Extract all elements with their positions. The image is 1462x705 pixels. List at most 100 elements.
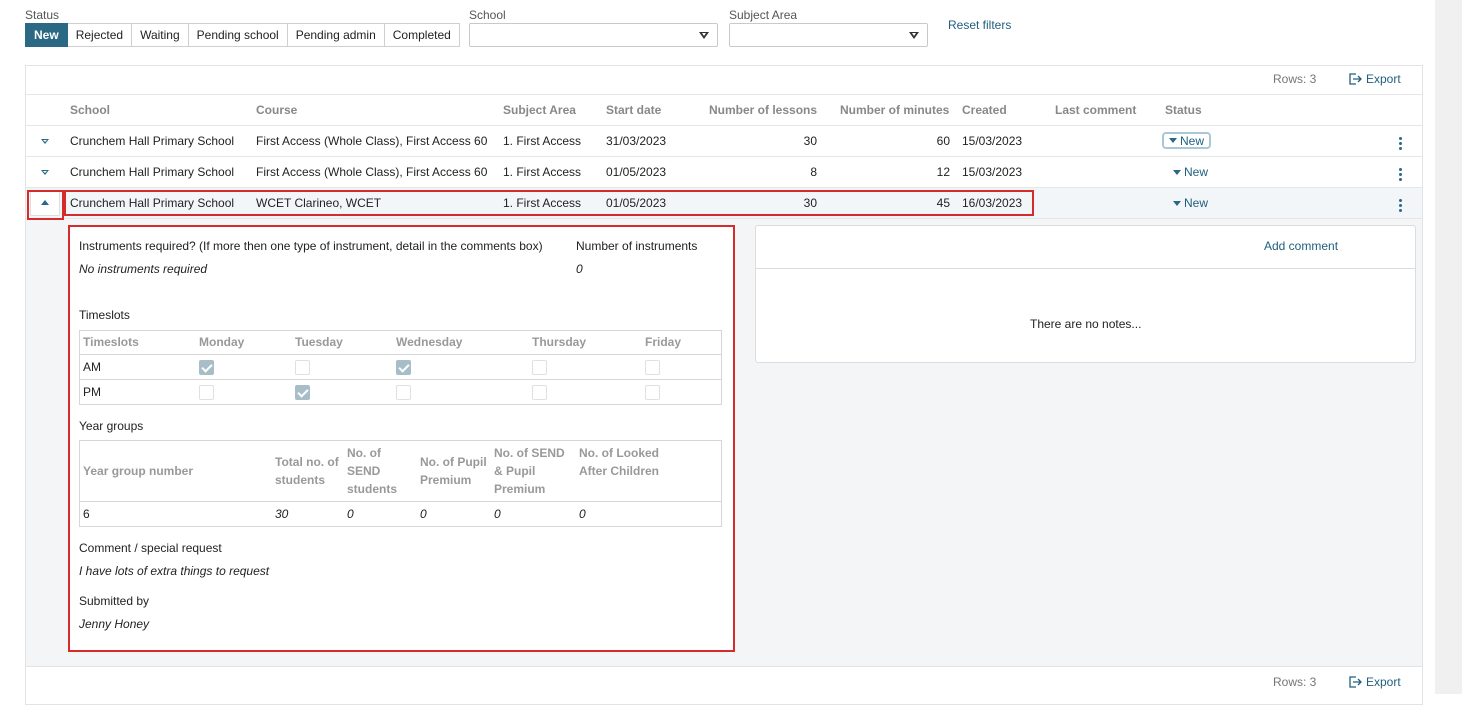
instruments-value: No instruments required [79, 262, 208, 276]
checkbox-pm-friday[interactable] [645, 385, 660, 400]
submitted-by-label: Submitted by [79, 594, 150, 608]
export-label: Export [1366, 675, 1401, 689]
status-option-waiting[interactable]: Waiting [132, 23, 189, 47]
yg-cell-total: 30 [275, 507, 289, 521]
yg-header-total: Total no. of students [275, 455, 339, 487]
col-header-minutes[interactable]: Number of minutes [840, 103, 949, 117]
checkbox-am-monday[interactable] [199, 360, 214, 375]
no-notes-text: There are no notes... [1030, 317, 1142, 331]
chevron-down-icon [699, 32, 709, 39]
checkbox-pm-wednesday[interactable] [396, 385, 411, 400]
cell-start-date: 31/03/2023 [606, 134, 667, 148]
status-label: New [1184, 165, 1209, 179]
yg-header-send: No. of SEND students [347, 446, 398, 496]
rows-count: Rows: 3 [1273, 72, 1317, 86]
yg-header-send-pp: No. of SEND & Pupil Premium [494, 446, 565, 496]
cell-subject: 1. First Access [503, 165, 582, 179]
highlight-box-detail [68, 225, 735, 652]
yg-header-year-group: Year group number [83, 464, 194, 478]
yg-header-pupil-premium: No. of Pupil Premium [420, 455, 487, 487]
ts-header-thursday: Thursday [532, 335, 587, 349]
export-icon [1349, 676, 1362, 688]
col-header-last-comment[interactable]: Last comment [1055, 103, 1136, 117]
cell-lessons: 8 [810, 165, 817, 179]
chevron-down-icon [1169, 138, 1177, 143]
divider [26, 125, 1422, 126]
cell-school: Crunchem Hall Primary School [70, 134, 235, 148]
subject-area-select[interactable] [729, 23, 928, 47]
status-filter-label: Status [25, 8, 60, 22]
highlight-box-toggle [27, 190, 64, 220]
expand-chevron-icon[interactable] [41, 139, 49, 144]
checkbox-pm-tuesday[interactable] [295, 385, 310, 400]
comment-label: Comment / special request [79, 541, 222, 555]
divider [756, 268, 1415, 269]
status-option-pending-school[interactable]: Pending school [188, 23, 288, 47]
more-actions-icon[interactable] [1399, 199, 1402, 214]
checkbox-am-wednesday[interactable] [396, 360, 411, 375]
col-header-school[interactable]: School [70, 103, 110, 117]
year-groups-table: Year group number Total no. of students … [79, 440, 722, 527]
checkbox-pm-thursday[interactable] [532, 385, 547, 400]
export-label: Export [1366, 72, 1401, 86]
cell-subject: 1. First Access [503, 134, 582, 148]
status-dropdown[interactable]: New [1173, 196, 1208, 210]
status-dropdown[interactable]: New [1173, 165, 1208, 179]
checkbox-am-thursday[interactable] [532, 360, 547, 375]
export-icon [1349, 73, 1362, 85]
yg-cell-looked-after: 0 [579, 507, 586, 521]
cell-lessons: 30 [803, 134, 817, 148]
ts-header-friday: Friday [645, 335, 682, 349]
divider [26, 156, 1422, 157]
chevron-down-icon [909, 32, 919, 39]
divider [80, 379, 721, 380]
checkbox-am-friday[interactable] [645, 360, 660, 375]
col-header-subject-area[interactable]: Subject Area [503, 103, 576, 117]
more-actions-icon[interactable] [1399, 168, 1402, 183]
chevron-down-icon [1173, 169, 1181, 175]
export-button[interactable]: Export [1349, 72, 1401, 86]
expand-chevron-icon[interactable] [41, 170, 49, 175]
divider [80, 354, 721, 355]
rows-count-footer: Rows: 3 [1273, 675, 1317, 689]
add-comment-link[interactable]: Add comment [1264, 239, 1338, 253]
yg-cell-send-pp: 0 [494, 507, 501, 521]
col-header-start-date[interactable]: Start date [606, 103, 661, 117]
reset-filters-link[interactable]: Reset filters [948, 18, 1011, 32]
status-option-pending-admin[interactable]: Pending admin [287, 23, 385, 47]
cell-minutes: 60 [936, 134, 950, 148]
col-header-created[interactable]: Created [962, 103, 1007, 117]
school-select[interactable] [469, 23, 718, 47]
status-option-completed[interactable]: Completed [384, 23, 460, 47]
col-header-lessons[interactable]: Number of lessons [709, 103, 817, 117]
subject-filter-label: Subject Area [729, 8, 798, 22]
school-filter-label: School [469, 8, 506, 22]
checkbox-am-tuesday[interactable] [295, 360, 310, 375]
yg-cell-pupil-premium: 0 [420, 507, 427, 521]
status-option-rejected[interactable]: Rejected [67, 23, 133, 47]
ts-header-monday: Monday [199, 335, 245, 349]
export-button-footer[interactable]: Export [1349, 675, 1401, 689]
chevron-down-icon [1173, 200, 1181, 206]
ts-header-tuesday: Tuesday [295, 335, 343, 349]
num-instruments-value: 0 [576, 262, 583, 276]
cell-start-date: 01/05/2023 [606, 165, 667, 179]
col-header-status[interactable]: Status [1165, 103, 1202, 117]
comment-value: I have lots of extra things to request [79, 564, 270, 578]
ts-slot-am: AM [83, 360, 101, 374]
cell-school: Crunchem Hall Primary School [70, 165, 235, 179]
checkbox-pm-monday[interactable] [199, 385, 214, 400]
submitted-by-value: Jenny Honey [79, 617, 150, 631]
ts-slot-pm: PM [83, 385, 101, 399]
ts-header-wednesday: Wednesday [396, 335, 463, 349]
timeslots-label: Timeslots [79, 308, 130, 322]
more-actions-icon[interactable] [1399, 137, 1402, 152]
cell-course: First Access (Whole Class), First Access… [256, 134, 488, 148]
instruments-label: Instruments required? (If more then one … [79, 239, 543, 253]
status-label: New [1184, 196, 1209, 210]
col-header-course[interactable]: Course [256, 103, 297, 117]
notes-card: Add comment There are no notes... [755, 225, 1416, 363]
page-gutter [1435, 0, 1462, 694]
status-dropdown[interactable]: New [1162, 132, 1212, 149]
status-option-new[interactable]: New [25, 23, 68, 47]
